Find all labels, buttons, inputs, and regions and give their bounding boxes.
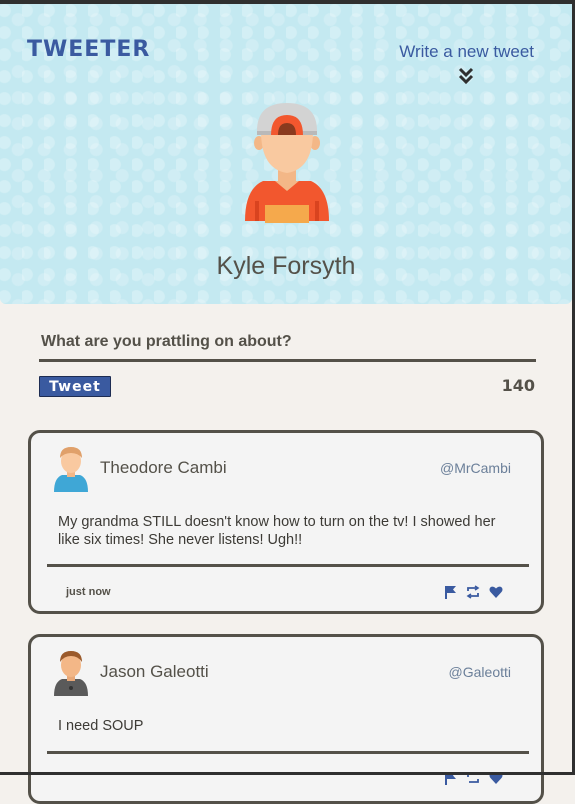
user-avatar (54, 447, 88, 492)
retweet-icon[interactable] (466, 585, 480, 599)
heart-icon[interactable] (489, 585, 503, 599)
tweet-author-name: Jason Galeotti (100, 662, 209, 681)
write-tweet-link[interactable]: Write a new tweet (399, 42, 534, 62)
brand-logo[interactable]: Tweeter (27, 37, 150, 62)
tweet-divider (47, 564, 529, 567)
user-avatar (54, 651, 88, 696)
tweet-body: I need SOUP (58, 718, 144, 734)
profile-name: Kyle Forsyth (216, 252, 356, 280)
tweet-actions (443, 585, 503, 599)
tweet-author-handle: @MrCambi (440, 460, 511, 476)
tweet-card: Jason Galeotti @Galeotti I need SOUP (28, 634, 544, 804)
tweet-submit-button[interactable]: Tweet (39, 376, 111, 397)
tweet-author-handle: @Galeotti (448, 664, 511, 680)
character-counter: 140 (501, 376, 535, 395)
flag-icon[interactable] (443, 585, 457, 599)
tweet-body: My grandma STILL doesn't know how to tur… (58, 514, 496, 548)
tweet-divider (47, 751, 529, 754)
composer-label[interactable]: What are you prattling on about? (41, 333, 292, 351)
profile-avatar (245, 103, 329, 223)
tweet-timestamp: just now (66, 586, 111, 598)
double-chevron-down-icon[interactable] (457, 66, 475, 86)
tweet-card: Theodore Cambi @MrCambi My grandma STILL… (28, 430, 544, 614)
tweet-author-name: Theodore Cambi (100, 458, 227, 477)
composer-input-underline[interactable] (39, 359, 536, 362)
profile-header: Tweeter Write a new tweet Kyle Forsyth (0, 4, 572, 304)
